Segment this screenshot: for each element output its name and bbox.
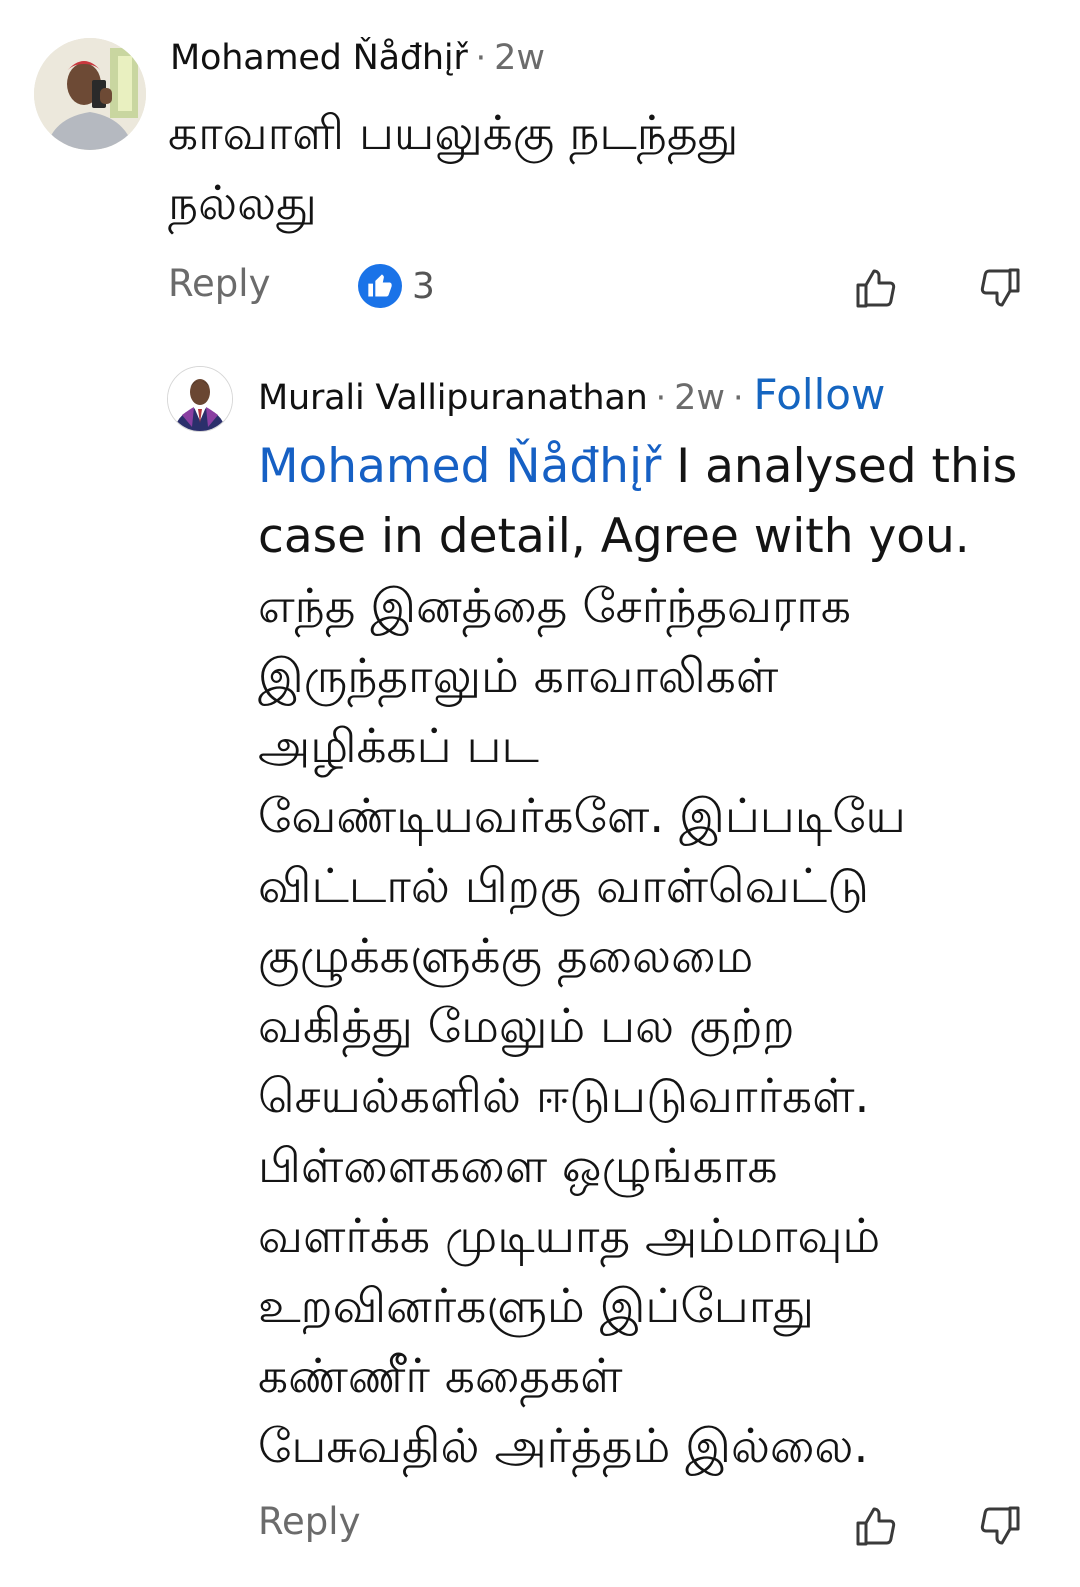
comment-age: 2w bbox=[494, 38, 545, 78]
comment-text-line: காவாளி பயலுக்கு நடந்தது bbox=[168, 106, 739, 161]
reply-button[interactable]: Reply bbox=[258, 1500, 360, 1543]
thumbs-down-icon[interactable] bbox=[976, 264, 1024, 312]
comment-actions: Reply 3 bbox=[0, 258, 1080, 318]
thumbs-up-icon[interactable] bbox=[852, 1502, 900, 1550]
comment-text-line: எந்த இனத்தை சேர்ந்தவராக bbox=[258, 579, 851, 634]
comment-text-line: பிள்ளைகளை ஒழுங்காக bbox=[258, 1139, 778, 1194]
comment-text-line: விட்டால் பிறகு வாள்வெட்டு bbox=[258, 859, 869, 914]
comment-text-line: பேசுவதில் அர்த்தம் இல்லை. bbox=[258, 1419, 869, 1474]
comment-text-line: வேண்டியவர்களே. இப்படியே bbox=[258, 789, 906, 844]
avatar-photo-icon bbox=[34, 38, 146, 150]
comment-text-line: செயல்களில் ஈடுபடுவார்கள். bbox=[258, 1069, 870, 1124]
follow-button[interactable]: Follow bbox=[754, 370, 886, 419]
comment-text-line: உறவினர்களும் இப்போது bbox=[258, 1279, 815, 1334]
mention-link[interactable]: Mohamed Ňåđhįř bbox=[258, 439, 661, 494]
comment-text-line: அழிக்கப் பட bbox=[258, 719, 539, 774]
comment-age: 2w bbox=[674, 378, 726, 418]
avatar[interactable] bbox=[34, 38, 146, 150]
comment-text-line: வளர்க்க முடியாத அம்மாவும் bbox=[258, 1209, 881, 1264]
like-reaction-icon bbox=[358, 264, 402, 308]
comment-header: Murali Vallipuranathan · 2w · Follow bbox=[258, 370, 885, 419]
author-name[interactable]: Murali Vallipuranathan bbox=[258, 378, 648, 418]
comment-text-line: case in detail, Agree with you. bbox=[258, 509, 970, 564]
separator-dot: · bbox=[475, 38, 487, 77]
avatar-photo-icon bbox=[168, 367, 232, 431]
thumbs-up-icon[interactable] bbox=[852, 264, 900, 312]
author-name[interactable]: Mohamed Ňåđhįř bbox=[170, 38, 468, 78]
comment-text-line: குழுக்களுக்கு தலைமை bbox=[258, 929, 754, 984]
comment-text-line: Mohamed Ňåđhįř I analysed this bbox=[258, 432, 1058, 502]
reaction-summary[interactable]: 3 bbox=[358, 264, 435, 308]
comment-header: Mohamed Ňåđhįř · 2w bbox=[170, 38, 545, 78]
separator-dot: · bbox=[733, 378, 744, 417]
reply-comment: Murali Vallipuranathan · 2w · Follow Moh… bbox=[0, 330, 1080, 1587]
like-count: 3 bbox=[412, 265, 435, 307]
comment-text-line: இருந்தாலும் காவாலிகள் bbox=[258, 649, 779, 704]
avatar[interactable] bbox=[167, 366, 233, 432]
comment-text-line: நல்லது bbox=[168, 176, 317, 231]
comment-actions: Reply bbox=[0, 1494, 1080, 1554]
comment-text-fragment: I analysed this bbox=[661, 439, 1018, 494]
thumbs-down-icon[interactable] bbox=[976, 1502, 1024, 1550]
comment-text: Mohamed Ňåđhįř I analysed this case in d… bbox=[258, 432, 1058, 1482]
comment: Mohamed Ňåđhįř · 2w காவாளி பயலுக்கு நடந்… bbox=[0, 0, 1080, 330]
separator-dot: · bbox=[655, 378, 667, 417]
comment-text-line: வகித்து மேலும் பல குற்ற bbox=[258, 999, 795, 1054]
reply-button[interactable]: Reply bbox=[168, 262, 270, 305]
comment-text-line: கண்ணீர் கதைகள் bbox=[258, 1349, 623, 1404]
comment-text: காவாளி பயலுக்கு நடந்தது நல்லது bbox=[168, 99, 1048, 239]
